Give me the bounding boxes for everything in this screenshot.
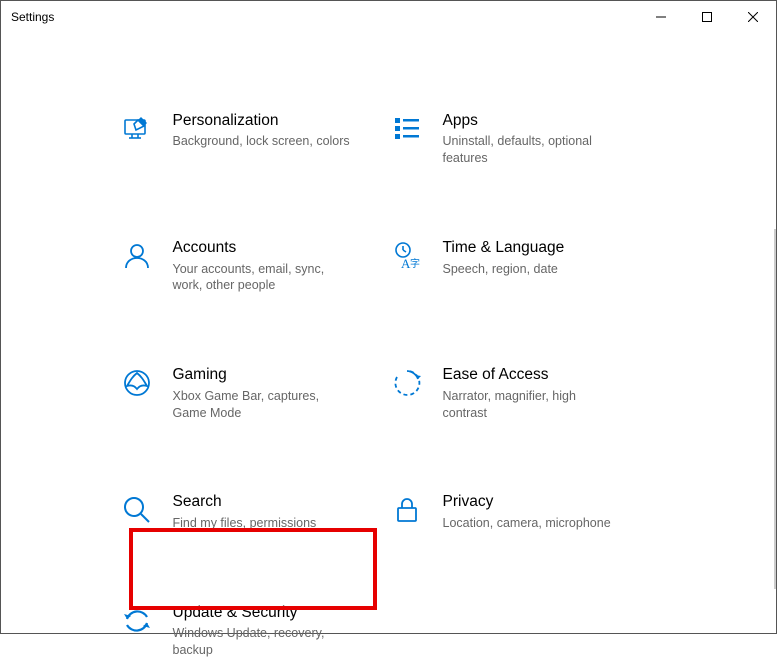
tile-desc: Uninstall, defaults, optional features bbox=[443, 133, 623, 167]
scrollbar[interactable] bbox=[774, 229, 776, 589]
time-language-icon: A 字 bbox=[389, 238, 425, 274]
update-security-icon bbox=[119, 603, 155, 639]
tile-title: Update & Security bbox=[173, 603, 353, 622]
tile-update-security[interactable]: Update & Security Windows Update, recove… bbox=[119, 595, 389, 667]
svg-text:字: 字 bbox=[410, 257, 420, 270]
minimize-button[interactable] bbox=[638, 1, 684, 33]
close-button[interactable] bbox=[730, 1, 776, 33]
tile-title: Accounts bbox=[173, 238, 353, 257]
maximize-button[interactable] bbox=[684, 1, 730, 33]
ease-of-access-icon bbox=[389, 365, 425, 401]
tile-desc: Windows Update, recovery, backup bbox=[173, 625, 353, 659]
tile-desc: Speech, region, date bbox=[443, 261, 565, 278]
tile-desc: Xbox Game Bar, captures, Game Mode bbox=[173, 388, 353, 422]
tile-personalization[interactable]: Personalization Background, lock screen,… bbox=[119, 103, 389, 175]
window-controls bbox=[638, 1, 776, 33]
tile-title: Privacy bbox=[443, 492, 611, 511]
tile-time-language[interactable]: A 字 Time & Language Speech, region, date bbox=[389, 230, 659, 302]
tile-title: Personalization bbox=[173, 111, 350, 130]
tile-search[interactable]: Search Find my files, permissions bbox=[119, 484, 389, 539]
tile-title: Ease of Access bbox=[443, 365, 623, 384]
gaming-icon bbox=[119, 365, 155, 401]
tile-title: Gaming bbox=[173, 365, 353, 384]
accounts-icon bbox=[119, 238, 155, 274]
apps-icon bbox=[389, 111, 425, 147]
tile-title: Search bbox=[173, 492, 317, 511]
tile-apps[interactable]: Apps Uninstall, defaults, optional featu… bbox=[389, 103, 659, 175]
search-icon bbox=[119, 492, 155, 528]
tile-desc: Your accounts, email, sync, work, other … bbox=[173, 261, 353, 295]
category-grid: Personalization Background, lock screen,… bbox=[119, 103, 659, 667]
tile-desc: Location, camera, microphone bbox=[443, 515, 611, 532]
privacy-icon bbox=[389, 492, 425, 528]
settings-content: Personalization Background, lock screen,… bbox=[1, 33, 776, 667]
tile-privacy[interactable]: Privacy Location, camera, microphone bbox=[389, 484, 659, 539]
tile-gaming[interactable]: Gaming Xbox Game Bar, captures, Game Mod… bbox=[119, 357, 389, 429]
tile-title: Apps bbox=[443, 111, 623, 130]
tile-title: Time & Language bbox=[443, 238, 565, 257]
tile-desc: Find my files, permissions bbox=[173, 515, 317, 532]
tile-accounts[interactable]: Accounts Your accounts, email, sync, wor… bbox=[119, 230, 389, 302]
tile-ease-of-access[interactable]: Ease of Access Narrator, magnifier, high… bbox=[389, 357, 659, 429]
personalization-icon bbox=[119, 111, 155, 147]
tile-desc: Background, lock screen, colors bbox=[173, 133, 350, 150]
window-title: Settings bbox=[11, 10, 54, 24]
titlebar: Settings bbox=[1, 1, 776, 33]
tile-desc: Narrator, magnifier, high contrast bbox=[443, 388, 623, 422]
